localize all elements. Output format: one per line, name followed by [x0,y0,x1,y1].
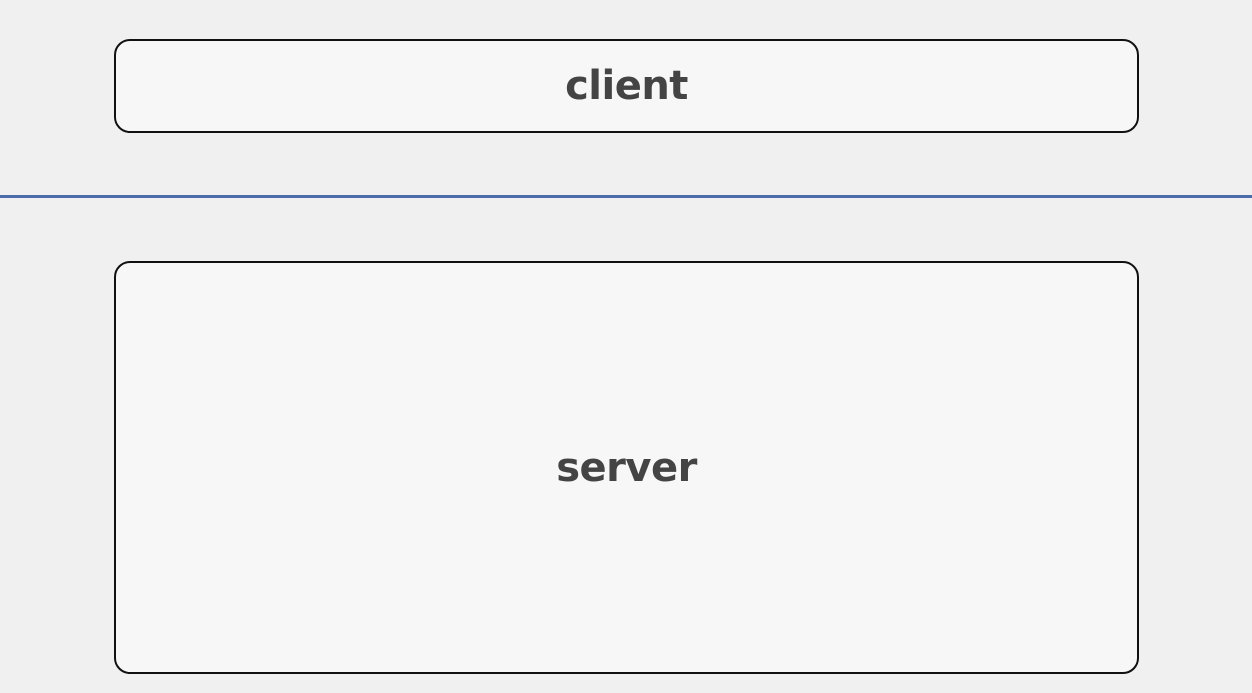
client-server-divider [0,195,1252,198]
client-label: client [565,63,688,109]
server-label: server [556,444,697,491]
client-box: client [114,39,1139,133]
server-box: server [114,261,1139,674]
